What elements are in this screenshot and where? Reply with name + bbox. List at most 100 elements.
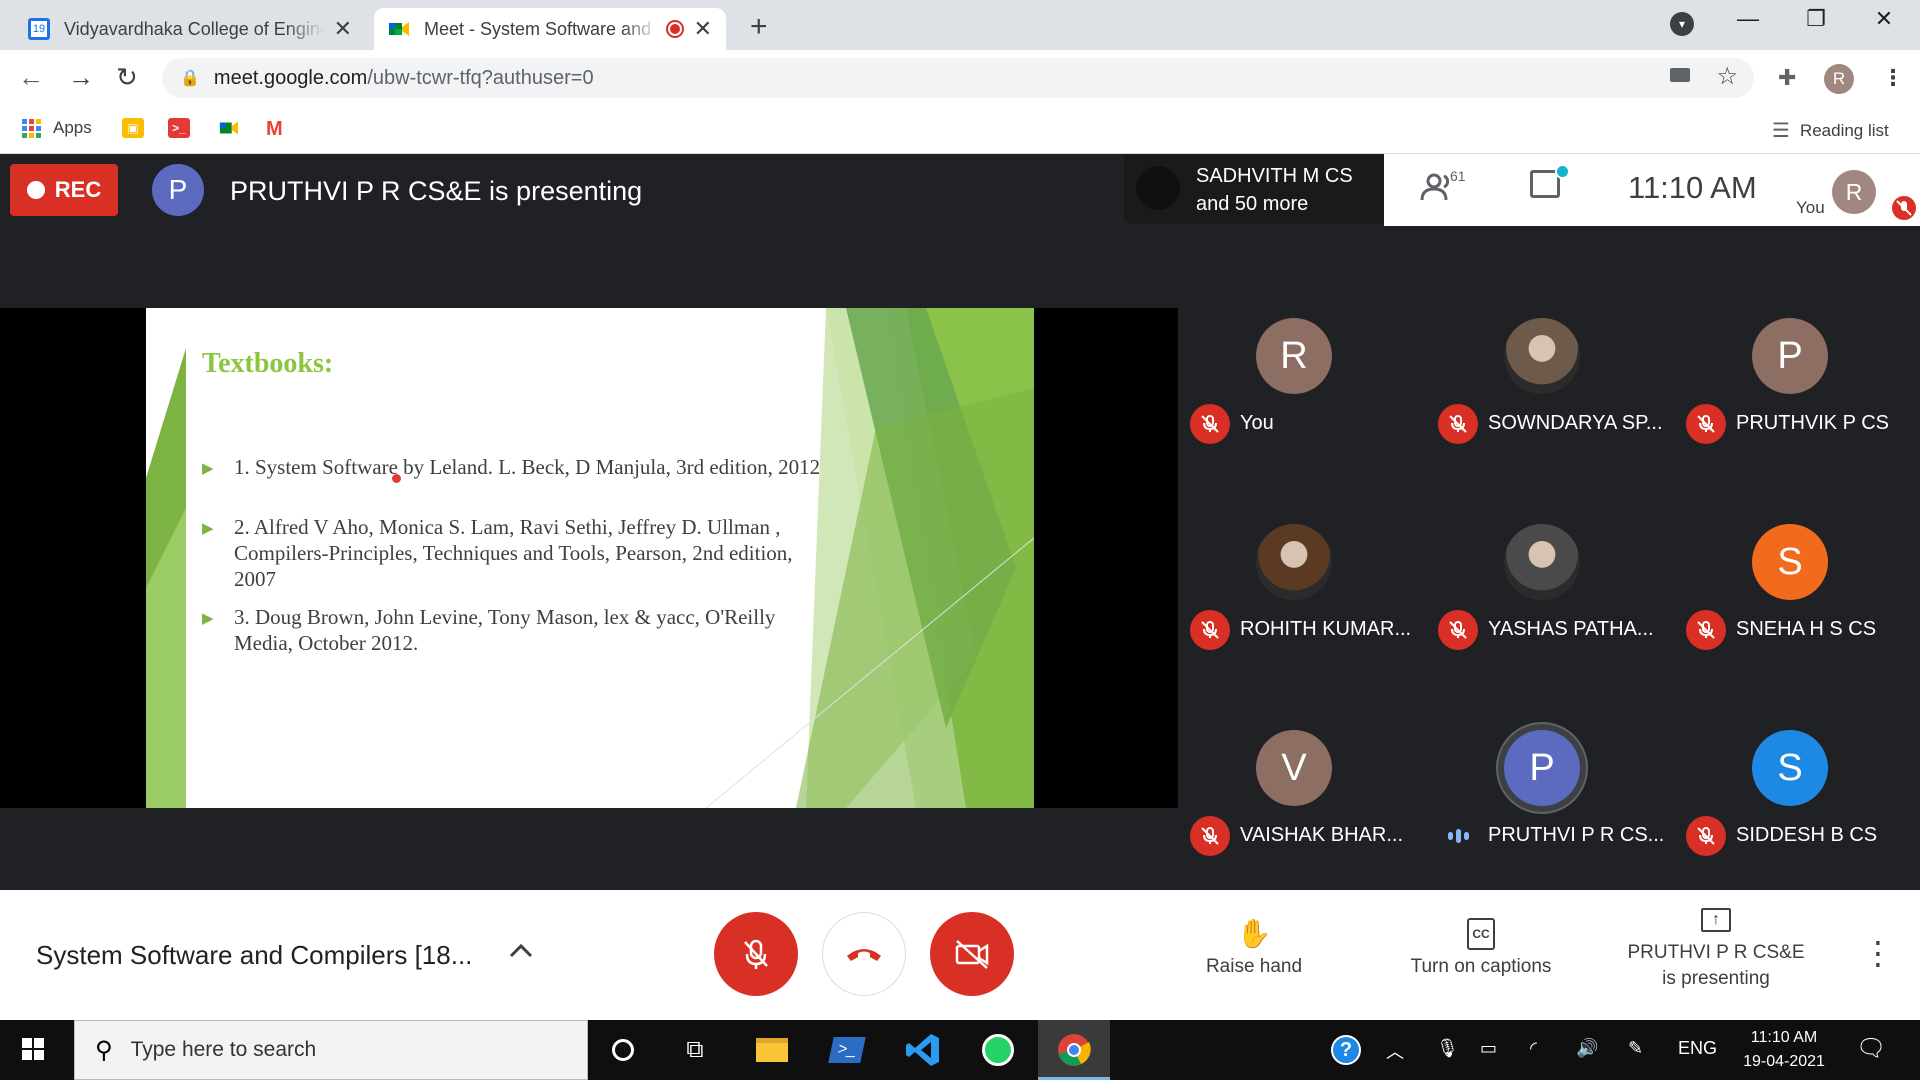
profile-avatar[interactable]: R [1824,64,1854,94]
vscode-icon[interactable] [903,1030,943,1070]
bullet-arrow-icon: ▶ [202,461,214,477]
participant-tile[interactable]: S SIDDESH B CS [1676,662,1920,867]
bookmark-classroom[interactable]: ▣ [122,118,144,138]
url-text: meet.google.com/ubw-tcwr-tfq?authuser=0 [214,67,594,90]
captions-button[interactable]: CC Turn on captions [1396,914,1566,980]
mic-toggle-button[interactable] [714,912,798,996]
cortana-icon[interactable] [603,1030,643,1070]
mic-off-icon [1438,404,1478,444]
participant-name: ROHITH KUMAR... [1240,618,1412,640]
camera-toggle-button[interactable] [930,912,1014,996]
close-tab-icon[interactable]: ✕ [334,16,352,42]
help-icon[interactable]: ? [1326,1030,1366,1070]
present-button[interactable]: ↑ PRUTHVI P R CS&E is presenting [1616,900,1816,992]
back-icon[interactable]: ← [18,62,44,93]
calendar-icon: 19 [28,18,50,40]
star-icon[interactable]: ☆ [1716,62,1738,91]
participant-avatar: S [1752,524,1828,600]
present-icon: ↑ [1616,900,1816,940]
participant-tile[interactable]: R You [1180,250,1426,455]
tray-expand-icon[interactable]: ︿ [1386,1038,1404,1064]
address-bar[interactable]: 🔒 meet.google.com/ubw-tcwr-tfq?authuser=… [162,58,1754,98]
participant-tile[interactable]: SOWNDARYA SP... [1428,250,1674,455]
reading-list-icon: ☰ [1772,120,1790,142]
raise-hand-button[interactable]: ✋ Raise hand [1194,914,1314,980]
window-close-icon[interactable]: ✕ [1854,6,1914,32]
battery-icon[interactable]: ▭ [1480,1038,1497,1059]
new-tab-button[interactable]: + [750,10,768,44]
participant-tile[interactable]: ROHITH KUMAR... [1180,456,1426,661]
rec-dot-icon [26,181,45,199]
pen-icon[interactable]: ✎ [1628,1038,1643,1059]
windows-start-icon[interactable] [22,1038,44,1060]
whatsapp-icon[interactable] [978,1030,1018,1070]
microphone-icon[interactable]: 🎙 [1436,1038,1459,1059]
participant-tile[interactable]: YASHAS PATHA... [1428,456,1674,661]
leave-call-button[interactable] [822,912,906,996]
powershell-icon[interactable]: >_ [827,1030,867,1070]
camera-icon[interactable] [1670,68,1690,82]
bookmark-apps[interactable]: Apps [22,118,92,138]
tab-search-icon[interactable]: ▾ [1670,12,1694,36]
taskbar-clock[interactable]: 11:10 AM 19-04-2021 [1736,1026,1832,1074]
notifications-icon[interactable]: 🗨 [1856,1034,1886,1063]
speaking-indicator-icon [1438,816,1478,856]
restore-icon[interactable]: ❐ [1786,6,1846,32]
tab-title: Vidyavardhaka College of Engineering [64,18,324,39]
chevron-up-icon[interactable] [508,938,534,966]
file-explorer-icon[interactable] [752,1030,792,1070]
language-indicator[interactable]: ENG [1678,1038,1717,1059]
participant-tile[interactable]: P PRUTHVI P R CS... [1428,662,1674,867]
present-label-line1: PRUTHVI P R CS&E [1627,942,1805,963]
participant-name: PRUTHVIK P CS [1736,412,1889,434]
calendar-icon-date: 19 [31,21,47,37]
tab-meet[interactable]: Meet - System Software and Compilers ✕ [374,8,726,50]
chrome-icon[interactable] [1054,1030,1094,1070]
chat-icon[interactable] [1530,164,1570,198]
active-speakers[interactable]: SADHVITH M CS and 50 more [1124,154,1384,224]
speaker-more: and 50 more [1196,193,1309,215]
forward-icon[interactable]: → [68,62,94,93]
presenting-title: PRUTHVI P R CS&E is presenting [230,176,643,206]
participant-avatar: V [1256,730,1332,806]
mic-off-icon [1686,610,1726,650]
wifi-icon[interactable]: ◜ [1530,1038,1537,1059]
extensions-icon[interactable]: ✚ [1778,65,1796,91]
you-label: You [1796,198,1825,217]
meeting-title[interactable]: System Software and Compilers [18... [36,940,472,971]
participant-tile[interactable]: P PRUTHVIK P CS [1676,250,1920,455]
task-view-icon[interactable]: ⧉ [675,1030,715,1070]
participant-name: PRUTHVI P R CS... [1488,824,1665,846]
participant-tile[interactable]: V VAISHAK BHAR... [1180,662,1426,867]
more-options-icon[interactable]: ⋮ [1862,934,1894,972]
slide-bullet: ▶ 2. Alfred V Aho, Monica S. Lam, Ravi Se… [202,514,822,592]
people-count: 61 [1450,168,1466,184]
speaker-names: SADHVITH M CS and 50 more [1196,162,1353,218]
mic-off-icon [1686,816,1726,856]
meeting-clock: 11:10 AM [1628,170,1757,205]
reading-list-button[interactable]: ☰ Reading list [1772,118,1889,143]
bullet-arrow-icon: ▶ [202,521,214,537]
bullet-text: 1. System Software by Leland. L. Beck, D… [234,455,821,479]
participant-avatar: P [1504,730,1580,806]
menu-icon[interactable]: ⋮ [1882,65,1904,91]
bookmark-terminal[interactable]: >_ [168,118,190,138]
close-tab-icon[interactable]: ✕ [694,16,712,42]
taskbar-search[interactable]: ⚲ Type here to search [74,1020,588,1080]
tab-college[interactable]: 19 Vidyavardhaka College of Engineering … [14,8,366,50]
participant-tile[interactable]: S SNEHA H S CS [1676,456,1920,661]
bookmark-gmail[interactable]: M [266,118,283,141]
tab-strip: 19 Vidyavardhaka College of Engineering … [0,0,1920,50]
taskbar-time: 11:10 AM [1750,1029,1818,1046]
minimize-icon[interactable]: — [1718,6,1778,32]
participant-name: SIDDESH B CS [1736,824,1878,846]
volume-icon[interactable]: 🔊 [1576,1038,1598,1059]
meeting-info-bar: 61 11:10 AM You R [1384,154,1920,226]
reload-icon[interactable]: ↻ [116,62,138,93]
meet-area: REC P PRUTHVI P R CS&E is presenting SAD… [0,154,1920,890]
meeting-controls-bar: System Software and Compilers [18... ✋ R… [0,890,1920,1020]
participant-name: YASHAS PATHA... [1488,618,1654,640]
self-avatar[interactable]: R [1832,170,1876,214]
bookmark-meet[interactable] [218,118,240,138]
url-domain: meet.google.com [213,66,368,89]
